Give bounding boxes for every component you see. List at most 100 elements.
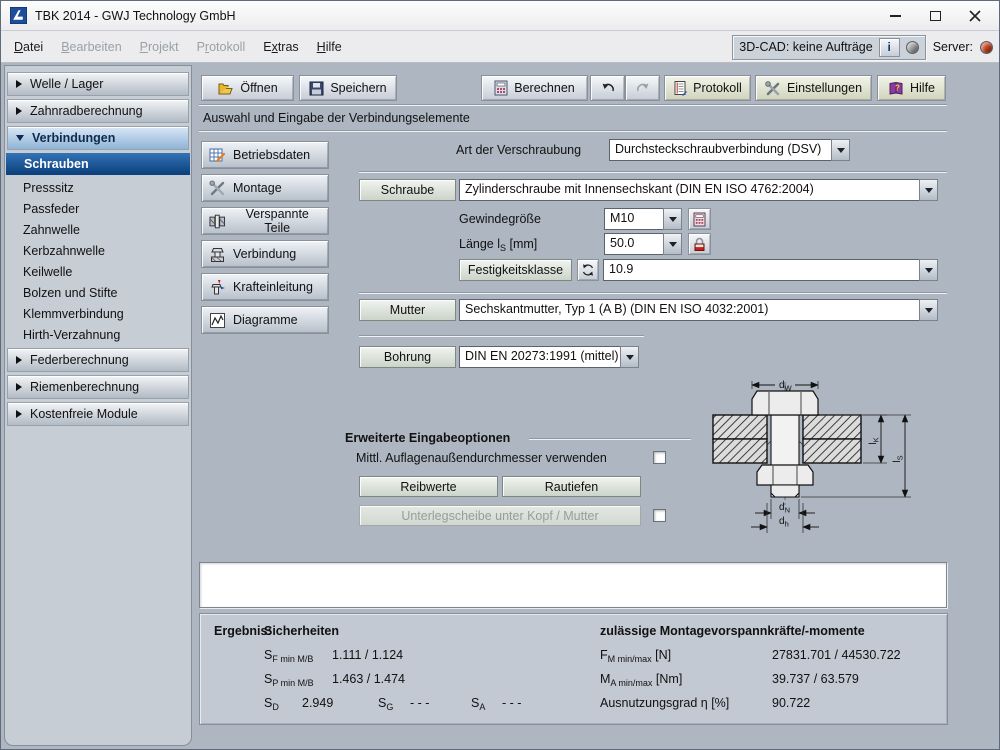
sp-symbol: SP min M/B (264, 672, 314, 688)
sidebar-group-zahnradberechnung[interactable]: Zahnradberechnung (7, 99, 189, 123)
schraube-dropdown[interactable]: Zylinderschraube mit Innensechskant (DIN… (459, 179, 938, 201)
separator (199, 130, 947, 131)
laenge-dropdown[interactable]: 50.0 (604, 233, 682, 255)
sidebar-item-bolzen-stifte[interactable]: Bolzen und Stifte (5, 282, 191, 303)
dropdown-arrow-icon[interactable] (919, 299, 938, 321)
festigkeitsklasse-value: 10.9 (603, 259, 919, 281)
laenge-value: 50.0 (604, 233, 663, 255)
montage-button[interactable]: Montage (201, 174, 329, 202)
ausnutzungsgrad-value: 90.722 (772, 696, 810, 710)
title-bar: TBK 2014 - GWJ Technology GmbH (1, 1, 1000, 31)
art-der-verschraubung-label: Art der Verschraubung (456, 143, 581, 157)
sidebar-item-kerbzahnwelle[interactable]: Kerbzahnwelle (5, 240, 191, 261)
menu-hilfe[interactable]: Hilfe (308, 36, 351, 58)
chevron-right-icon (16, 410, 22, 418)
svg-text:dh: dh (779, 516, 789, 529)
sidebar-item-passfeder[interactable]: Passfeder (5, 198, 191, 219)
advanced-options-title: Erweiterte Eingabeoptionen (345, 431, 510, 445)
verschraubungsart-dropdown[interactable]: Durchsteckschraubverbindung (DSV) (609, 139, 850, 161)
svg-text:dW: dW (779, 380, 793, 393)
sidebar-group-verbindungen[interactable]: Verbindungen (7, 126, 189, 150)
gewindegroesse-dropdown[interactable]: M10 (604, 208, 682, 230)
wrench-tools-icon (209, 180, 226, 197)
app-icon (10, 7, 27, 24)
settings-button[interactable]: Einstellungen (755, 75, 872, 101)
dropdown-arrow-icon[interactable] (620, 346, 639, 368)
sidebar-group-federberechnung[interactable]: Federberechnung (7, 348, 189, 372)
cad-info-button[interactable]: i (879, 38, 900, 57)
sd-symbol: SD (264, 696, 279, 712)
lock-icon (693, 237, 706, 252)
menu-extras[interactable]: Extras (254, 36, 307, 58)
protocol-document-icon (673, 80, 687, 96)
chevron-right-icon (16, 80, 22, 88)
undo-button[interactable] (590, 75, 625, 101)
sidebar-item-zahnwelle[interactable]: Zahnwelle (5, 219, 191, 240)
sidebar-item-hirth-verzahnung[interactable]: Hirth-Verzahnung (5, 324, 191, 345)
betriebsdaten-button[interactable]: Betriebsdaten (201, 141, 329, 169)
redo-icon (635, 81, 651, 95)
redo-button[interactable] (625, 75, 660, 101)
help-button[interactable]: ? Hilfe (877, 75, 946, 101)
open-button[interactable]: Öffnen (201, 75, 294, 101)
verschraubungsart-value: Durchsteckschraubverbindung (DSV) (609, 139, 831, 161)
bohrung-button[interactable]: Bohrung (359, 346, 456, 368)
unterlegscheibe-checkbox[interactable] (653, 509, 666, 522)
festigkeitsklasse-button[interactable]: Festigkeitsklasse (459, 259, 572, 281)
save-button[interactable]: Speichern (299, 75, 397, 101)
mutter-dropdown[interactable]: Sechskantmutter, Typ 1 (A B) (DIN EN ISO… (459, 299, 938, 321)
sidebar-group-welle-lager[interactable]: Welle / Lager (7, 72, 189, 96)
dropdown-arrow-icon[interactable] (919, 179, 938, 201)
verspannte-teile-button[interactable]: Verspannte Teile (201, 207, 329, 235)
chevron-right-icon (16, 383, 22, 391)
length-lock-button[interactable] (688, 233, 711, 255)
minimize-button[interactable] (875, 1, 915, 31)
reibwerte-button[interactable]: Reibwerte (359, 476, 498, 497)
clamped-parts-icon (209, 213, 226, 230)
svg-text:?: ? (895, 83, 900, 92)
rautiefen-button[interactable]: Rautiefen (502, 476, 641, 497)
calculate-button[interactable]: Berechnen (481, 75, 588, 101)
fm-symbol: FM min/max [N] (600, 648, 671, 664)
app-window: TBK 2014 - GWJ Technology GmbH Datei Bea… (0, 0, 1000, 750)
dropdown-arrow-icon[interactable] (663, 208, 682, 230)
verbindung-button[interactable]: Verbindung (201, 240, 329, 268)
menu-datei[interactable]: Datei (5, 36, 52, 58)
refresh-button[interactable] (577, 259, 599, 281)
dropdown-arrow-icon[interactable] (831, 139, 850, 161)
separator (359, 292, 947, 293)
calculator-icon (693, 212, 706, 227)
mutter-button[interactable]: Mutter (359, 299, 456, 321)
sa-value: - - - (502, 696, 521, 710)
sidebar: Welle / Lager Zahnradberechnung Verbindu… (4, 65, 192, 746)
sa-symbol: SA (471, 696, 485, 712)
sidebar-group-kostenfreie-module[interactable]: Kostenfreie Module (7, 402, 189, 426)
separator (359, 171, 947, 172)
protocol-button[interactable]: Protokoll (664, 75, 751, 101)
bohrung-dropdown[interactable]: DIN EN 20273:1991 (mittel) (459, 346, 639, 368)
thread-calculator-button[interactable] (688, 208, 711, 230)
chevron-down-icon (16, 135, 24, 141)
close-button[interactable] (955, 1, 995, 31)
unterlegscheibe-button: Unterlegscheibe unter Kopf / Mutter (359, 505, 641, 526)
ergebnis-label: Ergebnis: (214, 624, 272, 638)
mutter-value: Sechskantmutter, Typ 1 (A B) (DIN EN ISO… (459, 299, 919, 321)
maximize-button[interactable] (915, 1, 955, 31)
menu-bearbeiten: Bearbeiten (52, 36, 130, 58)
schraube-button[interactable]: Schraube (359, 179, 456, 201)
separator (529, 438, 691, 439)
connection-diagram: dW lK lS dN dh (697, 379, 953, 540)
sidebar-item-klemmverbindung[interactable]: Klemmverbindung (5, 303, 191, 324)
gewindegroesse-value: M10 (604, 208, 663, 230)
ausnutzungsgrad-label: Ausnutzungsgrad η [%] (600, 696, 729, 710)
sidebar-item-keilwelle[interactable]: Keilwelle (5, 261, 191, 282)
krafteinleitung-button[interactable]: Krafteinleitung (201, 273, 329, 301)
dropdown-arrow-icon[interactable] (919, 259, 938, 281)
dropdown-arrow-icon[interactable] (663, 233, 682, 255)
auflagendurchmesser-checkbox[interactable] (653, 451, 666, 464)
festigkeitsklasse-dropdown[interactable]: 10.9 (603, 259, 938, 281)
sidebar-item-schrauben[interactable]: Schrauben (6, 153, 190, 175)
sidebar-item-presssitz[interactable]: Presssitz (5, 177, 191, 198)
diagramme-button[interactable]: Diagramme (201, 306, 329, 334)
sidebar-group-riemenberechnung[interactable]: Riemenberechnung (7, 375, 189, 399)
